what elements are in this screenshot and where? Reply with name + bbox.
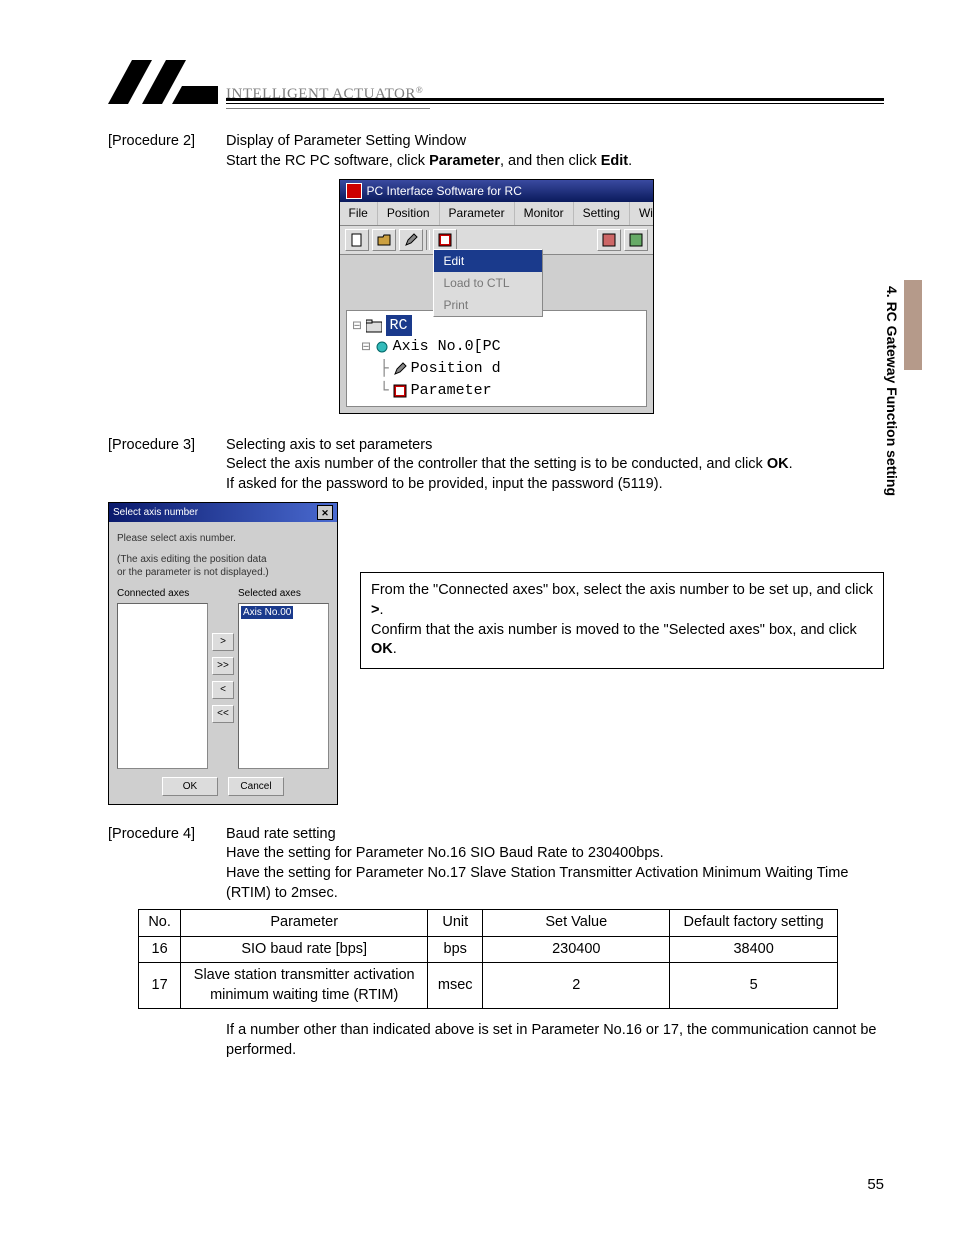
parameter-dropdown: Edit Load to CTL Print (433, 249, 543, 318)
col-parameter: Parameter (181, 910, 428, 937)
cancel-button[interactable]: Cancel (228, 777, 284, 796)
toolbar: Edit Load to CTL Print (340, 226, 653, 255)
procedure-title: Baud rate setting (226, 826, 336, 842)
axis-icon (375, 340, 389, 354)
menu-setting[interactable]: Setting (574, 202, 630, 224)
dialog-title: Select axis number (113, 506, 198, 520)
col-unit: Unit (428, 910, 483, 937)
connected-axes-list[interactable] (117, 603, 208, 769)
table-header-row: No. Parameter Unit Set Value Default fac… (139, 910, 838, 937)
toolbar-new-icon[interactable] (345, 229, 369, 251)
parameter-table: No. Parameter Unit Set Value Default fac… (138, 909, 838, 1009)
close-icon[interactable]: ✕ (317, 505, 333, 520)
procedure-2: [Procedure 2] Display of Parameter Setti… (108, 132, 884, 171)
col-set-value: Set Value (483, 910, 670, 937)
procedure-title: Display of Parameter Setting Window (226, 133, 466, 149)
page-header: INTELLIGENT ACTUATOR® (108, 60, 884, 106)
tree-view: ⊟RC ⊟Axis No.0[PC ├Position d └Parameter (346, 310, 647, 407)
procedure-4: [Procedure 4] Baud rate setting Have the… (108, 825, 884, 903)
toolbar-btn-b-icon[interactable] (624, 229, 648, 251)
side-tab: 4. RC Gateway Function setting (880, 280, 902, 570)
dropdown-item-print[interactable]: Print (434, 294, 542, 316)
window-title: PC Interface Software for RC (367, 183, 522, 199)
selected-axes-label: Selected axes (238, 587, 329, 601)
procedure-label: [Procedure 2] (108, 132, 226, 171)
callout-box: From the "Connected axes" box, select th… (360, 572, 884, 668)
section-heading-vertical: 4. RC Gateway Function setting (882, 286, 901, 496)
selected-axis-item[interactable]: Axis No.00 (241, 606, 293, 620)
tree-root[interactable]: RC (386, 315, 412, 337)
menu-window[interactable]: Wi (630, 202, 662, 224)
menu-parameter[interactable]: Parameter (440, 202, 515, 224)
dialog-note: (The axis editing the position data or t… (117, 553, 329, 579)
pencil-icon (393, 362, 407, 376)
col-default: Default factory setting (670, 910, 838, 937)
table-row: 16 SIO baud rate [bps] bps 230400 38400 (139, 936, 838, 963)
ok-button[interactable]: OK (162, 777, 218, 796)
procedure-label: [Procedure 3] (108, 436, 226, 495)
table-row: 17 Slave station transmitter activation … (139, 963, 838, 1009)
menu-monitor[interactable]: Monitor (515, 202, 574, 224)
menu-position[interactable]: Position (378, 202, 440, 224)
toolbar-parameter-icon[interactable] (433, 229, 457, 251)
procedure-label: [Procedure 4] (108, 825, 226, 903)
move-right-button[interactable]: > (212, 633, 234, 651)
menu-bar: File Position Parameter Monitor Setting … (340, 202, 653, 225)
tree-parameter[interactable]: Parameter (411, 380, 492, 402)
logo-icon (108, 60, 218, 106)
screenshot-select-axis: Select axis number ✕ Please select axis … (108, 502, 338, 805)
connected-axes-label: Connected axes (117, 587, 208, 601)
page-number: 55 (867, 1175, 884, 1195)
folder-icon (366, 319, 382, 333)
procedure-3: [Procedure 3] Selecting axis to set para… (108, 436, 884, 495)
menu-file[interactable]: File (340, 202, 378, 224)
toolbar-open-icon[interactable] (372, 229, 396, 251)
toolbar-btn-a-icon[interactable] (597, 229, 621, 251)
dropdown-item-load[interactable]: Load to CTL (434, 272, 542, 294)
procedure-title: Selecting axis to set parameters (226, 437, 432, 453)
selected-axes-list[interactable]: Axis No.00 (238, 603, 329, 769)
col-no: No. (139, 910, 181, 937)
window-titlebar: PC Interface Software for RC (340, 180, 653, 202)
move-left-button[interactable]: < (212, 681, 234, 699)
tree-position[interactable]: Position d (411, 358, 501, 380)
app-icon (346, 183, 362, 199)
move-all-left-button[interactable]: << (212, 705, 234, 723)
tree-axis[interactable]: Axis No.0[PC (393, 336, 501, 358)
screenshot-pc-interface: PC Interface Software for RC File Positi… (339, 179, 654, 414)
dropdown-item-edit[interactable]: Edit (434, 250, 542, 272)
procedure-4-footnote: If a number other than indicated above i… (108, 1021, 884, 1060)
move-all-right-button[interactable]: >> (212, 657, 234, 675)
dialog-hint: Please select axis number. (117, 532, 329, 545)
toolbar-edit-icon[interactable] (399, 229, 423, 251)
parameter-icon (393, 384, 407, 398)
